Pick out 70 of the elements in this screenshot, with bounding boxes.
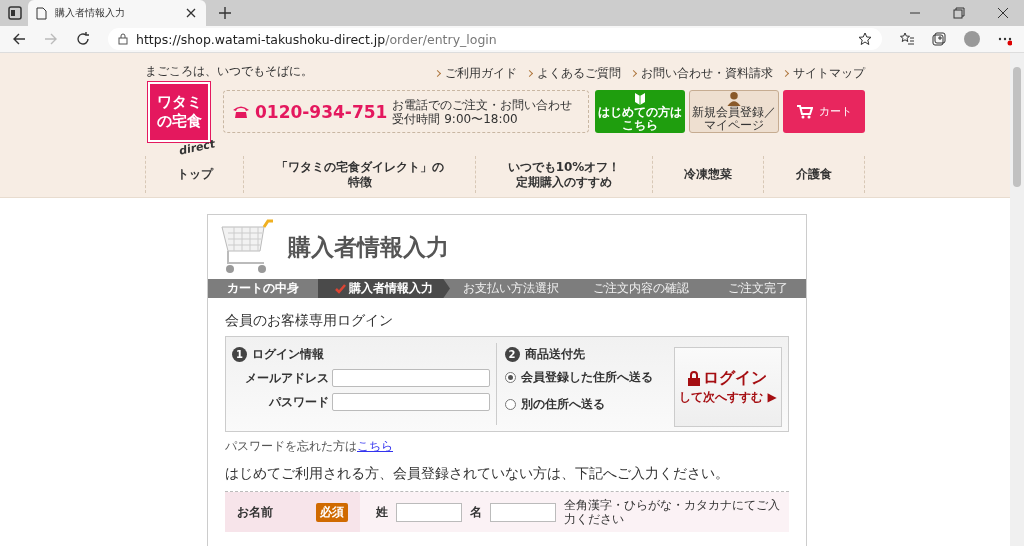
browser-tab[interactable]: 購入者情報入力	[28, 0, 206, 26]
member-button[interactable]: 新規会員登録／ マイページ	[689, 90, 779, 133]
first-button[interactable]: はじめての方は こちら	[595, 90, 685, 133]
input-field[interactable]	[490, 502, 556, 522]
field-label: 名	[470, 503, 482, 521]
progress-step: ご注文完了	[710, 279, 806, 298]
close-icon[interactable]	[996, 6, 1010, 20]
field-hint: 全角漢字・ひらがな・カタカナにてご入力ください	[564, 498, 781, 526]
document-icon	[36, 6, 47, 20]
nav-item[interactable]: 介護食	[764, 156, 865, 193]
lock-icon	[118, 33, 128, 45]
collections-icon[interactable]	[932, 32, 946, 46]
restore-icon[interactable]	[952, 6, 966, 20]
address-bar[interactable]: https://shop.watami-takushoku-direct.jp/order/entry_login	[108, 28, 882, 50]
row-label: お名前	[237, 503, 273, 521]
back-icon[interactable]	[12, 32, 26, 46]
progress-step: お支払い方法選択	[450, 279, 572, 298]
scrollbar-thumb[interactable]	[1013, 67, 1021, 187]
progress-step: 購入者情報入力	[318, 279, 450, 298]
radio-button[interactable]	[504, 399, 516, 410]
profile-avatar[interactable]	[964, 31, 980, 47]
nav-item[interactable]: 「ワタミの宅食ダイレクト」の 特徴	[244, 156, 476, 193]
header-link[interactable]: お問い合わせ・資料請求	[631, 65, 773, 82]
field-label: 姓	[376, 503, 388, 521]
radio-button[interactable]	[504, 372, 516, 383]
star-plus-icon[interactable]	[858, 32, 872, 46]
required-tag: 必須	[316, 502, 348, 522]
nav-item[interactable]: トップ	[146, 156, 244, 193]
leaf-icon	[634, 91, 646, 106]
section-heading: はじめてご利用される方、会員登録されていない方は、下記へご入力ください。	[225, 465, 730, 483]
nav-item[interactable]: 冷凍惣菜	[653, 156, 764, 193]
reload-icon[interactable]	[76, 32, 90, 46]
nav-item[interactable]: いつでも10%オフ！ 定期購入のすすめ	[476, 156, 653, 193]
radio-label[interactable]: 別の住所へ送る	[520, 396, 605, 413]
input-field[interactable]	[396, 502, 462, 522]
panel-heading: 商品送付先	[524, 346, 585, 363]
header-link[interactable]: ご利用ガイド	[435, 65, 517, 82]
favorites-icon[interactable]	[900, 32, 914, 46]
section-heading: 会員のお客様専用ログイン	[225, 312, 394, 330]
check-icon	[335, 283, 346, 294]
field-label: パスワード	[268, 393, 329, 411]
progress-step: ご注文内容の確認	[572, 279, 710, 298]
login-button[interactable]: ログイン して次へすすむ ▶	[673, 347, 782, 427]
step-number: 1	[232, 347, 247, 362]
header-link[interactable]: サイトマップ	[783, 65, 865, 82]
cart-button[interactable]: カート	[783, 90, 865, 133]
plus-icon[interactable]	[218, 6, 232, 20]
panel-heading: ログイン情報	[252, 346, 324, 363]
progress-step: カートの中身	[208, 279, 318, 298]
tagline: まごころは、いつでもそばに。	[145, 63, 313, 80]
close-icon[interactable]	[184, 6, 198, 20]
radio-label[interactable]: 会員登録した住所へ送る	[520, 369, 653, 386]
phone-note: 受付時間 9:00〜18:00	[392, 111, 519, 126]
phone-number: 0120-934-751	[255, 101, 388, 122]
phone-note: お電話でのご注文・お問い合わせ	[392, 97, 573, 112]
logo[interactable]: ワタミ の宅食	[148, 82, 210, 142]
window-menu-icon[interactable]	[8, 6, 22, 20]
step-number: 2	[504, 347, 520, 362]
field-label: メールアドレス	[244, 369, 329, 387]
input-field[interactable]	[331, 369, 490, 387]
shopping-cart-icon	[220, 219, 274, 275]
lock-icon	[688, 371, 701, 386]
header-link[interactable]: よくあるご質問	[527, 65, 621, 82]
password-reset-link[interactable]: こちら	[357, 439, 393, 453]
input-field[interactable]	[331, 393, 490, 411]
page-title: 購入者情報入力	[288, 232, 449, 262]
phone-icon	[232, 104, 250, 119]
person-icon	[727, 91, 741, 106]
forgot-password-text: パスワードを忘れた方はこちら	[225, 438, 394, 455]
cart-icon	[796, 104, 813, 119]
